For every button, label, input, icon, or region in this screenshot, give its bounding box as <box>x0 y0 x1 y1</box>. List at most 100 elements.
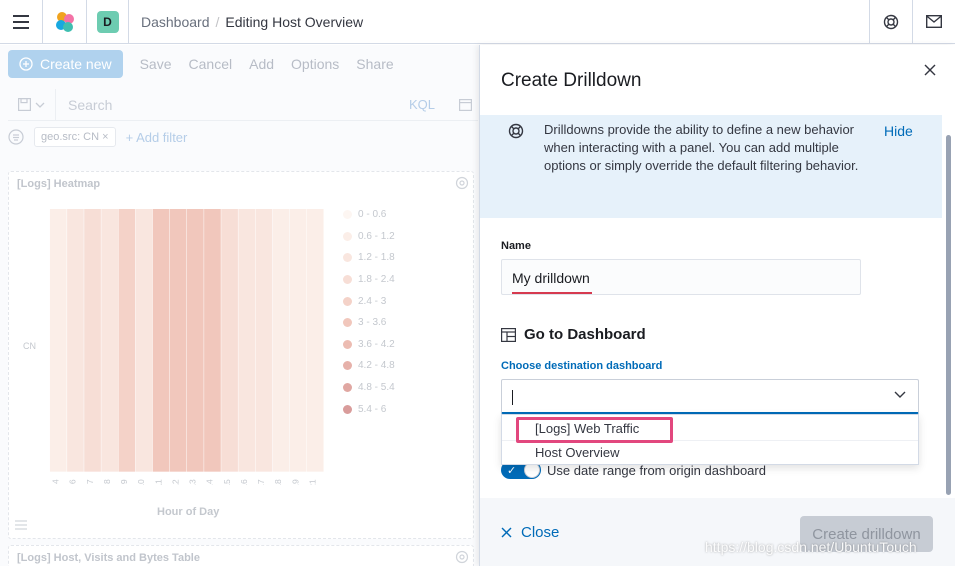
breadcrumb-dashboard-link[interactable]: Dashboard <box>141 14 210 30</box>
top-header: D Dashboard / Editing Host Overview <box>0 0 955 44</box>
filter-pill-label: geo.src: CN <box>41 131 100 143</box>
filter-remove-icon[interactable]: × <box>102 131 108 143</box>
option-host-overview[interactable]: Host Overview <box>535 445 620 460</box>
gear-icon[interactable] <box>455 176 469 190</box>
x-tick-label: 17 <box>256 479 266 485</box>
heatmap-cell[interactable] <box>84 209 101 472</box>
chevron-down-icon[interactable] <box>894 391 906 399</box>
x-tick-label: 8 <box>102 479 112 484</box>
breadcrumb-current: Editing Host Overview <box>225 13 364 30</box>
heatmap-cell[interactable] <box>49 209 67 472</box>
legend-toggle-icon[interactable] <box>15 520 27 530</box>
legend-item[interactable]: 4.2 - 4.8 <box>343 355 395 377</box>
search-input[interactable]: Search <box>56 97 409 113</box>
heatmap-cell[interactable] <box>67 209 84 472</box>
space-selector[interactable]: D <box>87 0 129 44</box>
heatmap-cell[interactable] <box>255 209 273 472</box>
legend-item[interactable]: 1.8 - 2.4 <box>343 269 395 291</box>
add-filter-link[interactable]: + Add filter <box>126 130 188 145</box>
heatmap-legend: 0 - 0.6 0.6 - 1.2 1.2 - 1.8 1.8 - 2.4 2.4 - … <box>343 204 395 420</box>
legend-item[interactable]: 5.4 - 6 <box>343 398 395 420</box>
legend-label: 5.4 - 6 <box>358 403 387 415</box>
legend-label: 1.2 - 1.8 <box>358 252 395 264</box>
dashboard-app-icon <box>501 327 516 342</box>
close-button[interactable]: Close <box>501 524 559 541</box>
info-callout: Drilldowns provide the ability to define… <box>480 115 942 218</box>
legend-swatch <box>343 210 352 220</box>
calendar-icon[interactable] <box>459 98 472 111</box>
legend-item[interactable]: 3.6 - 4.2 <box>343 334 395 356</box>
heatmap-cell[interactable] <box>118 209 136 472</box>
cancel-link[interactable]: Cancel <box>189 56 233 72</box>
heatmap-chart: 4 6 7 8 9 10 11 12 13 14 15 16 17 18 19 21 <box>49 209 324 485</box>
heatmap-cell[interactable] <box>169 209 187 472</box>
heatmap-cell[interactable] <box>152 209 170 472</box>
kql-toggle[interactable]: KQL <box>409 97 435 112</box>
heatmap-cell[interactable] <box>221 209 238 472</box>
legend-swatch <box>343 339 352 349</box>
saved-query-button[interactable] <box>8 88 56 121</box>
help-lifebuoy-icon <box>508 123 524 139</box>
share-link[interactable]: Share <box>356 56 393 72</box>
heatmap-cell[interactable] <box>135 209 153 472</box>
heatmap-cell[interactable] <box>272 209 290 472</box>
legend-swatch <box>343 231 352 241</box>
x-tick-label: 19 <box>290 479 300 485</box>
x-axis-title: Hour of Day <box>157 506 220 518</box>
legend-swatch <box>343 361 352 371</box>
name-label: Name <box>501 240 531 252</box>
heatmap-cell[interactable] <box>238 209 256 472</box>
legend-item[interactable]: 4.8 - 5.4 <box>343 377 395 399</box>
mail-icon <box>926 15 942 28</box>
heatmap-cell[interactable] <box>306 209 324 472</box>
gear-icon[interactable] <box>455 550 469 564</box>
filter-pill[interactable]: geo.src: CN × <box>34 127 116 147</box>
legend-item[interactable]: 2.4 - 3 <box>343 290 395 312</box>
legend-swatch <box>343 383 352 393</box>
x-tick-label: 16 <box>239 479 249 485</box>
legend-label: 0.6 - 1.2 <box>358 230 395 242</box>
heatmap-cell[interactable] <box>101 209 118 472</box>
legend-label: 4.2 - 4.8 <box>358 360 395 372</box>
create-new-button[interactable]: Create new <box>8 50 123 78</box>
name-field[interactable]: My drilldown <box>501 259 861 295</box>
breadcrumb-separator: / <box>215 13 220 30</box>
x-tick-label: 14 <box>205 479 215 485</box>
legend-item[interactable]: 0 - 0.6 <box>343 204 395 226</box>
heatmap-cell[interactable] <box>204 209 221 472</box>
legend-item[interactable]: 3 - 3.6 <box>343 312 395 334</box>
check-icon: ✓ <box>507 465 517 477</box>
hide-callout-link[interactable]: Hide <box>884 123 913 139</box>
help-button[interactable] <box>869 0 912 44</box>
heatmap-cell[interactable] <box>187 209 204 472</box>
flyout-body[interactable]: Drilldowns provide the ability to define… <box>480 115 946 495</box>
query-bar: Search KQL <box>8 88 478 121</box>
x-tick-label: 15 <box>222 479 232 485</box>
text-caret <box>512 390 513 405</box>
x-tick-label: 6 <box>68 479 78 484</box>
add-link[interactable]: Add <box>249 56 274 72</box>
close-label: Close <box>521 524 560 541</box>
heatmap-cell[interactable] <box>289 209 307 472</box>
menu-button[interactable] <box>0 0 43 44</box>
table-panel: [Logs] Host, Visits and Bytes Table <box>8 545 474 566</box>
home-logo-link[interactable] <box>43 0 87 44</box>
options-link[interactable]: Options <box>291 56 339 72</box>
filter-options-icon[interactable] <box>8 129 24 145</box>
cross-icon <box>501 527 512 538</box>
close-icon[interactable] <box>922 62 938 78</box>
legend-item[interactable]: 0.6 - 1.2 <box>343 226 395 248</box>
panel-title: [Logs] Heatmap <box>17 178 101 190</box>
destination-dashboard-combobox[interactable] <box>501 379 919 414</box>
flyout-scrollbar[interactable] <box>946 135 951 495</box>
newsfeed-button[interactable] <box>912 0 955 44</box>
go-to-dashboard-heading: Go to Dashboard <box>501 326 646 343</box>
watermark: https://blog.csdn.net/UbuntuTouch <box>705 539 917 555</box>
legend-label: 4.8 - 5.4 <box>358 382 395 394</box>
legend-swatch <box>343 275 352 285</box>
save-link[interactable]: Save <box>140 56 172 72</box>
legend-item[interactable]: 1.2 - 1.8 <box>343 247 395 269</box>
destination-options-list: [Logs] Web Traffic Host Overview <box>501 414 919 465</box>
create-drilldown-flyout: Create Drilldown Drilldowns provide the … <box>479 45 955 566</box>
help-lifebuoy-icon <box>883 14 899 29</box>
